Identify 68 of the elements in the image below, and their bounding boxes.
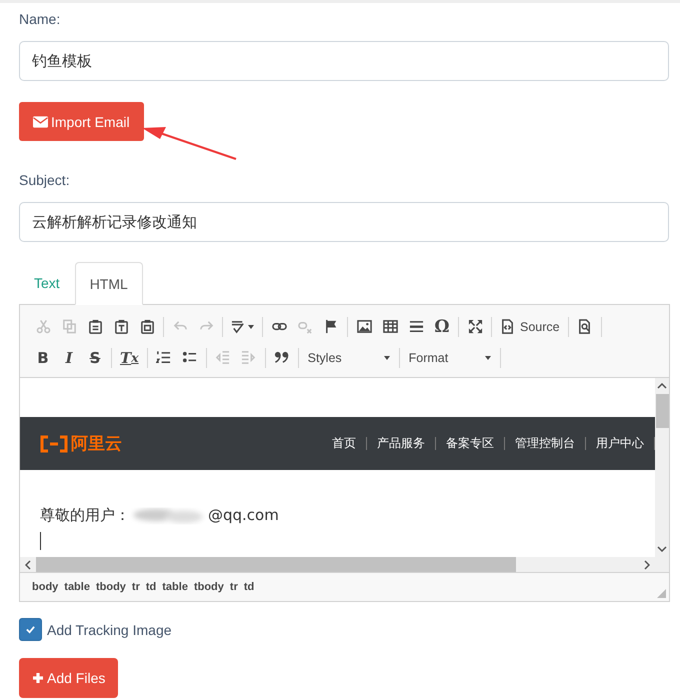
maximize-icon: [468, 319, 482, 334]
caret-icon: [484, 356, 491, 360]
bulleted-list-icon: [182, 350, 198, 365]
envelope-icon: [33, 116, 48, 128]
spellcheck-icon: [231, 319, 246, 334]
source-button[interactable]: Source: [495, 314, 565, 338]
clipboard-icon: [88, 319, 102, 334]
tracking-checkbox[interactable]: [19, 618, 42, 641]
element-path-link[interactable]: tr: [130, 581, 145, 593]
clipboard-icon: [140, 319, 154, 334]
table-icon: [382, 319, 398, 334]
scroll-up-icon[interactable]: [657, 383, 667, 389]
quote-icon: [274, 350, 290, 365]
flag-icon: [324, 319, 338, 334]
editor-tab[interactable]: HTML: [74, 262, 143, 305]
subject-field[interactable]: 云解析解析记录修改通知: [19, 202, 669, 242]
copy-icon: [62, 319, 76, 334]
unlink-icon: [298, 319, 312, 334]
horizontal-scrollbar[interactable]: [20, 557, 669, 572]
element-path-link[interactable]: body: [31, 581, 64, 593]
field-label: Name:: [19, 10, 62, 29]
checkbox-label: Add Tracking Image: [47, 622, 172, 638]
element-path-link[interactable]: table: [63, 581, 95, 593]
scroll-right-icon[interactable]: [644, 560, 650, 570]
format-dropdown[interactable]: Format: [402, 346, 497, 370]
name-field[interactable]: 钓鱼模板: [19, 41, 669, 81]
plus-icon: [32, 672, 44, 684]
element-path-link[interactable]: td: [144, 581, 162, 593]
element-path-link[interactable]: table: [161, 581, 193, 593]
import-email-button[interactable]: Import Email: [19, 102, 144, 141]
email-domain-text: @qq.com: [208, 506, 279, 524]
email-nav-link[interactable]: 首页: [322, 435, 366, 452]
scissors-icon: [36, 319, 50, 334]
strikethrough-button[interactable]: S: [82, 346, 108, 370]
preview-icon: [577, 319, 592, 334]
caret-icon: [384, 356, 390, 360]
caret-icon: [248, 324, 254, 328]
special-character-button[interactable]: Ω: [429, 314, 455, 338]
scroll-left-icon[interactable]: [25, 560, 31, 570]
scroll-thumb[interactable]: [656, 394, 668, 428]
checkmark-icon: [25, 625, 36, 634]
email-nav-link[interactable]: 用户中心: [586, 435, 654, 452]
scroll-thumb[interactable]: [36, 557, 516, 572]
italic-button[interactable]: I: [56, 346, 82, 370]
field-label: Subject:: [19, 171, 71, 190]
email-nav-link[interactable]: 管理控制台: [505, 435, 585, 452]
element-path-link[interactable]: td: [242, 581, 260, 593]
element-path-link[interactable]: tbody: [94, 581, 131, 593]
vertical-scrollbar[interactable]: [655, 378, 669, 557]
scroll-down-icon[interactable]: [657, 546, 667, 552]
email-nav-link[interactable]: 产品服务: [367, 435, 435, 452]
element-path-link[interactable]: tr: [228, 581, 243, 593]
indent-icon: [241, 350, 256, 365]
numbered-list-icon: [156, 350, 172, 365]
clipboard-icon: [114, 319, 128, 334]
add-files-button[interactable]: Add Files: [19, 658, 118, 698]
bold-button[interactable]: B: [30, 346, 56, 370]
outdent-icon: [215, 350, 230, 365]
document-icon: [500, 319, 515, 334]
element-path-link[interactable]: tbody: [192, 581, 229, 593]
image-icon: [356, 319, 372, 334]
logo-bracket-icon: [39, 434, 69, 452]
horizontal-line-icon: [408, 319, 424, 334]
resize-grip-icon[interactable]: [657, 589, 666, 598]
email-nav-link[interactable]: 备案专区: [436, 435, 504, 452]
logo-text: 阿里云: [71, 433, 122, 455]
styles-dropdown[interactable]: Styles: [302, 346, 396, 370]
greeting-text: 尊敬的用户：: [40, 506, 130, 524]
